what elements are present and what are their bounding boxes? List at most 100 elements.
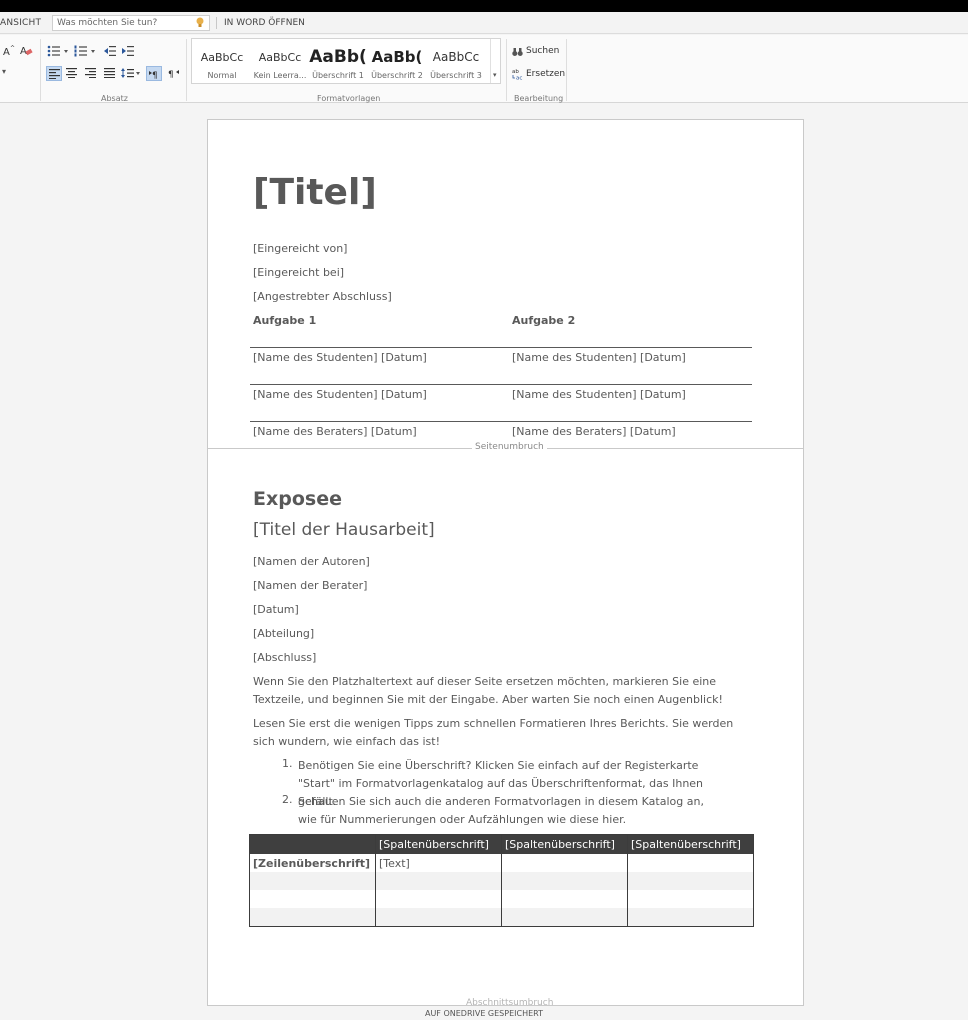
degree[interactable]: [Angestrebter Abschluss] bbox=[253, 290, 392, 303]
tell-me-placeholder: Was möchten Sie tun? bbox=[57, 18, 158, 28]
dropdown-arrow-icon[interactable]: ▾ bbox=[2, 67, 6, 76]
style-name: Kein Leerra... bbox=[253, 71, 307, 80]
decrease-indent-icon[interactable] bbox=[103, 45, 117, 57]
page-break-label: Seitenumbruch bbox=[472, 442, 547, 452]
style-name: Überschrift 1 bbox=[312, 71, 364, 80]
font-grow-icon[interactable]: A ^ bbox=[2, 45, 16, 57]
table-cell[interactable]: [Text] bbox=[379, 857, 410, 870]
justify-icon[interactable] bbox=[104, 68, 115, 78]
svg-text:ab: ab bbox=[512, 69, 519, 75]
table-header-cell[interactable]: [Spaltenüberschrift] bbox=[505, 838, 615, 851]
increase-indent-icon[interactable] bbox=[121, 45, 135, 57]
table-column-divider bbox=[375, 835, 376, 926]
signature-line bbox=[250, 347, 752, 348]
signature-line bbox=[250, 384, 752, 385]
table-header-cell[interactable]: [Spaltenüberschrift] bbox=[379, 838, 489, 851]
style-name: Normal bbox=[207, 71, 237, 80]
ribbon: A ^ A ▾ ¶ ¶ Absatz AaBbCc Normal AaBbCc … bbox=[0, 35, 968, 103]
align-left-icon bbox=[49, 69, 60, 79]
list-number: 1. bbox=[282, 757, 293, 770]
style-sample: AaBb( bbox=[309, 47, 367, 67]
list-item[interactable]: Schauen Sie sich auch die anderen Format… bbox=[298, 793, 718, 829]
style-heading-1[interactable]: AaBb( Überschrift 1 bbox=[309, 39, 367, 83]
style-no-spacing[interactable]: AaBbCc Kein Leerra... bbox=[251, 39, 309, 83]
window-top-bar bbox=[0, 0, 968, 12]
svg-text:¶: ¶ bbox=[168, 70, 174, 79]
table-column-divider bbox=[627, 835, 628, 926]
svg-text:ac: ac bbox=[516, 76, 522, 81]
document-page[interactable]: [Titel] [Eingereicht von] [Eingereicht b… bbox=[207, 119, 804, 1008]
document-canvas[interactable]: [Titel] [Eingereicht von] [Eingereicht b… bbox=[0, 104, 968, 1008]
ltr-direction-button[interactable]: ¶ bbox=[146, 66, 162, 81]
degree-short[interactable]: [Abschluss] bbox=[253, 651, 316, 664]
replace-icon: ab ac bbox=[512, 69, 522, 81]
group-divider bbox=[566, 39, 567, 101]
advisors[interactable]: [Namen der Berater] bbox=[253, 579, 367, 592]
task-2-heading[interactable]: Aufgabe 2 bbox=[512, 314, 575, 327]
style-name: Überschrift 3 bbox=[430, 71, 482, 80]
lightbulb-icon bbox=[196, 17, 204, 27]
date[interactable]: [Datum] bbox=[253, 603, 299, 616]
open-in-word-button[interactable]: IN WORD ÖFFNEN bbox=[224, 18, 305, 28]
style-name: Überschrift 2 bbox=[371, 71, 423, 80]
tab-view[interactable]: ANSICHT bbox=[0, 18, 41, 28]
group-divider bbox=[506, 39, 507, 101]
find-label: Suchen bbox=[526, 46, 560, 56]
menu-bar: ANSICHT Was möchten Sie tun? IN WORD ÖFF… bbox=[0, 12, 968, 34]
menu-divider bbox=[216, 17, 217, 29]
replace-label: Ersetzen bbox=[526, 69, 566, 79]
styles-gallery: AaBbCc Normal AaBbCc Kein Leerra... AaBb… bbox=[191, 38, 501, 84]
align-right-icon[interactable] bbox=[85, 68, 96, 78]
editing-group-label: Bearbeitung bbox=[514, 94, 564, 103]
tips-paragraph[interactable]: Lesen Sie erst die wenigen Tipps zum sch… bbox=[253, 715, 753, 751]
intro-paragraph[interactable]: Wenn Sie den Platzhaltertext auf dieser … bbox=[253, 673, 753, 709]
list-number: 2. bbox=[282, 793, 293, 806]
more-styles-icon: ▾ bbox=[493, 71, 497, 79]
group-divider bbox=[186, 39, 187, 101]
table-column-divider bbox=[501, 835, 502, 926]
style-heading-3[interactable]: AaBbCc Überschrift 3 bbox=[427, 39, 485, 83]
signature-left[interactable]: [Name des Studenten] [Datum] bbox=[253, 388, 427, 401]
signature-left[interactable]: [Name des Studenten] [Datum] bbox=[253, 351, 427, 364]
svg-text:A: A bbox=[3, 47, 10, 57]
submitted-to[interactable]: [Eingereicht bei] bbox=[253, 266, 344, 279]
table-row-header[interactable]: [Zeilenüberschrift] bbox=[253, 857, 370, 870]
align-center-icon[interactable] bbox=[66, 68, 77, 78]
style-normal[interactable]: AaBbCc Normal bbox=[193, 39, 251, 83]
style-sample: AaBbCc bbox=[200, 51, 244, 64]
doc-title[interactable]: [Titel] bbox=[253, 172, 377, 213]
clear-formatting-icon[interactable]: A bbox=[19, 44, 33, 57]
svg-text:^: ^ bbox=[10, 45, 15, 52]
signature-right[interactable]: [Name des Studenten] [Datum] bbox=[512, 351, 686, 364]
task-1-heading[interactable]: Aufgabe 1 bbox=[253, 314, 316, 327]
style-heading-2[interactable]: AaBb( Überschrift 2 bbox=[368, 39, 426, 83]
thesis-title[interactable]: [Titel der Hausarbeit] bbox=[253, 520, 435, 540]
align-left-button[interactable] bbox=[46, 66, 62, 81]
authors[interactable]: [Namen der Autoren] bbox=[253, 555, 370, 568]
signature-left[interactable]: [Name des Beraters] [Datum] bbox=[253, 425, 417, 438]
pilcrow-ltr-icon: ¶ bbox=[149, 71, 158, 79]
department[interactable]: [Abteilung] bbox=[253, 627, 314, 640]
styles-group-label: Formatvorlagen bbox=[317, 94, 381, 103]
binoculars-icon bbox=[512, 48, 523, 56]
numbering-icon[interactable] bbox=[74, 45, 98, 57]
submitted-by[interactable]: [Eingereicht von] bbox=[253, 242, 347, 255]
svg-text:¶: ¶ bbox=[152, 71, 158, 79]
signature-right[interactable]: [Name des Studenten] [Datum] bbox=[512, 388, 686, 401]
signature-line bbox=[250, 421, 752, 422]
content-table[interactable]: [Spaltenüberschrift] [Spaltenüberschrift… bbox=[249, 834, 754, 927]
style-sample: AaBbCc bbox=[432, 50, 480, 64]
tell-me-input[interactable]: Was möchten Sie tun? bbox=[52, 15, 210, 31]
paragraph-group-label: Absatz bbox=[101, 94, 128, 103]
styles-gallery-scroll[interactable]: ▾ bbox=[490, 39, 500, 83]
bullets-icon[interactable] bbox=[47, 45, 71, 57]
group-divider bbox=[40, 39, 41, 101]
line-spacing-icon[interactable] bbox=[121, 67, 141, 79]
status-bar: AUF ONEDRIVE GESPEICHERT bbox=[0, 1007, 968, 1020]
pilcrow-rtl-icon[interactable]: ¶ bbox=[167, 67, 180, 79]
signature-right[interactable]: [Name des Beraters] [Datum] bbox=[512, 425, 676, 438]
expose-heading[interactable]: Exposee bbox=[253, 488, 342, 510]
table-header-cell[interactable]: [Spaltenüberschrift] bbox=[631, 838, 741, 851]
style-sample: AaBbCc bbox=[258, 51, 302, 64]
style-sample: AaBb( bbox=[371, 48, 423, 66]
